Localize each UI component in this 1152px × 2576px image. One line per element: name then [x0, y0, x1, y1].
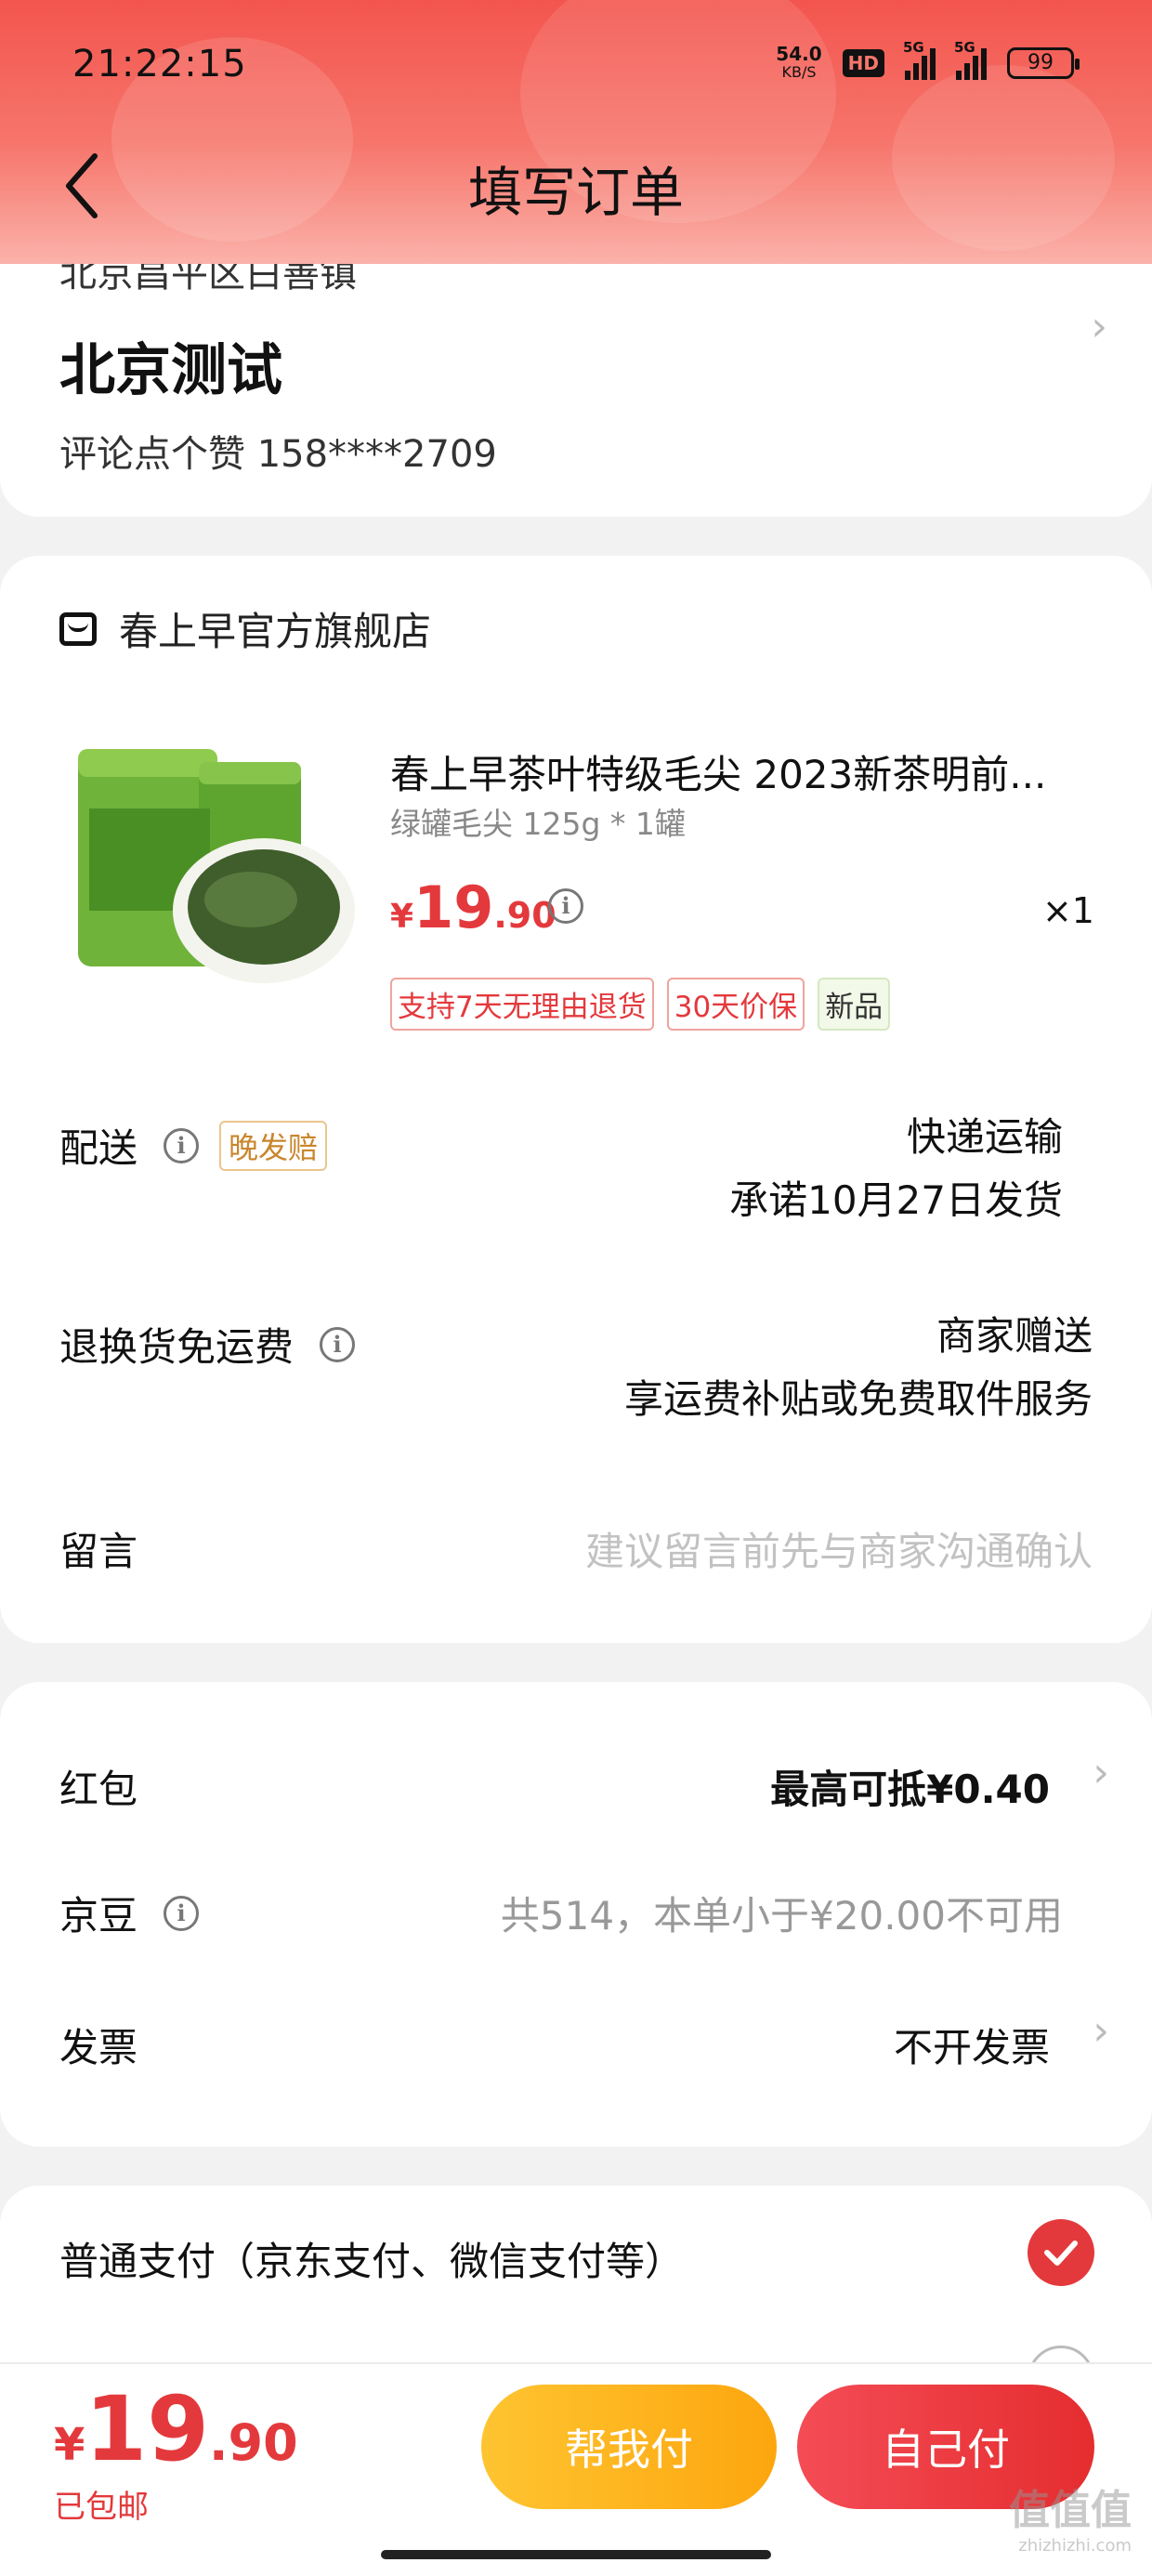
return-desc: 享运费补贴或免费取件服务 [623, 1376, 1093, 1422]
watermark: 值值值 zhizhizhi.com [1009, 2487, 1132, 2556]
red-packet-value[interactable]: 最高可抵¥0.40 [770, 1758, 1050, 1815]
net-speed: 54.0 KB/S [776, 43, 822, 81]
header: 21:22:15 54.0 KB/S HD 5G 5G 99 填写订单 [0, 0, 1152, 264]
invoice-label: 发票 [59, 2025, 138, 2070]
bottom-bar: ¥19.90 已包邮 帮我付 自己付 值值值 zhizhizhi.com [0, 2362, 1152, 2576]
total-price: ¥19.90 [54, 2377, 298, 2481]
checkmark-icon[interactable] [1028, 2219, 1094, 2286]
message-input[interactable]: 建议留言前先与商家沟通确认 [585, 1520, 1093, 1577]
invoice-value[interactable]: 不开发票 [894, 2017, 1050, 2073]
hd-icon: HD [842, 49, 884, 77]
normal-pay-label[interactable]: 普通支付（京东支付、微信支付等） [59, 2230, 684, 2287]
return-info: 商家赠送 享运费补贴或免费取件服务 [624, 1305, 1093, 1431]
tag-price-protect: 30天价保 [666, 978, 805, 1031]
signal-icon: 5G [903, 39, 936, 80]
return-label: 退换货免运费 [59, 1324, 295, 1370]
delivery-label: 配送 [59, 1125, 138, 1171]
status-time: 21:22:15 [72, 43, 247, 85]
delivery-method: 快递运输 [906, 1114, 1063, 1160]
product-spec: 绿罐毛尖 125g * 1罐 [390, 806, 686, 842]
home-indicator[interactable] [381, 2550, 771, 2559]
shop-icon [59, 611, 97, 646]
jd-beans-label: 京豆 [59, 1893, 138, 1939]
jd-beans-value: 共514，本单小于¥20.00不可用 [500, 1893, 1063, 1939]
late-ship-badge: 晚发赔 [219, 1120, 328, 1171]
chevron-right-icon: › [1091, 303, 1107, 350]
info-icon[interactable]: i [164, 1895, 200, 1931]
status-icons: 54.0 KB/S HD 5G 5G 99 [776, 39, 1080, 82]
delivery-promise: 承诺10月27日发货 [729, 1177, 1063, 1223]
signal-icon: 5G [954, 39, 987, 80]
tag-new: 新品 [818, 978, 891, 1031]
return-label-row: 退换货免运费 i [59, 1316, 356, 1373]
shop-name: 春上早官方旗舰店 [119, 609, 432, 654]
product-price: ¥19.90 [390, 874, 556, 941]
chevron-right-icon: › [1093, 1749, 1109, 1796]
delivery-label-row: 配送 i 晚发赔 [59, 1117, 328, 1174]
tag-return: 支持7天无理由退货 [390, 978, 654, 1031]
message-label: 留言 [59, 1529, 138, 1574]
delivery-info[interactable]: 快递运输 承诺10月27日发货 [729, 1106, 1063, 1232]
help-pay-button[interactable]: 帮我付 [481, 2385, 777, 2509]
jd-beans-label-row: 京豆 i [59, 1885, 200, 1941]
return-value: 商家赠送 [936, 1313, 1093, 1359]
info-icon[interactable]: i [164, 1127, 200, 1163]
free-shipping-label: 已包邮 [54, 2489, 149, 2526]
address-contact: 评论点个赞 158****2709 [59, 433, 497, 476]
chevron-right-icon: › [1093, 2007, 1109, 2055]
product-image[interactable] [69, 725, 357, 994]
product-title[interactable]: 春上早茶叶特级毛尖 2023新茶明前... [390, 743, 1087, 800]
order-card: 春上早官方旗舰店 春上早茶叶特级毛尖 2023新茶明前... 绿罐毛尖 125g… [0, 556, 1152, 1643]
address-name: 北京测试 [59, 338, 282, 403]
battery-icon: 99 [1007, 47, 1080, 79]
discount-card: 红包 最高可抵¥0.40 › 京豆 i 共514，本单小于¥20.00不可用 发… [0, 1682, 1152, 2147]
page-title: 填写订单 [467, 161, 684, 224]
info-icon[interactable]: i [320, 1326, 356, 1362]
info-icon[interactable]: i [548, 888, 583, 924]
red-packet-label: 红包 [59, 1767, 138, 1812]
product-tags: 支持7天无理由退货 30天价保 新品 [390, 978, 891, 1031]
product-quantity: ×1 [1041, 890, 1094, 931]
shop-row[interactable]: 春上早官方旗舰店 [59, 600, 431, 657]
